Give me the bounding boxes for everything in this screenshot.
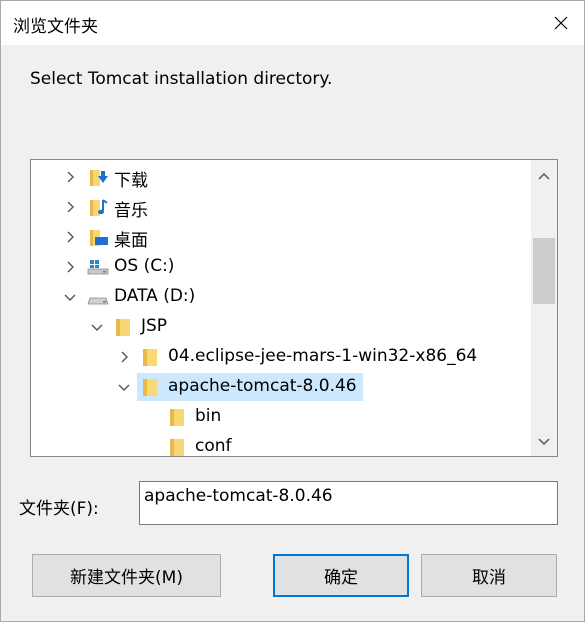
chevron-right-icon[interactable] — [63, 200, 77, 214]
tree-item-label: apache-tomcat-8.0.46 — [168, 376, 357, 396]
scroll-down-button[interactable] — [531, 430, 557, 454]
chevron-down-icon[interactable] — [90, 320, 104, 334]
drive-icon — [87, 288, 109, 306]
folder-icon — [142, 378, 162, 396]
folder-icon — [142, 348, 162, 366]
chevron-down-icon[interactable] — [117, 380, 131, 394]
windows-drive-icon — [87, 258, 109, 276]
close-icon — [554, 16, 568, 30]
browse-folder-dialog: 浏览文件夹 Select Tomcat installation directo… — [0, 0, 585, 622]
scrollbar-thumb[interactable] — [533, 238, 555, 304]
chevron-right-icon[interactable] — [63, 230, 77, 244]
window-title: 浏览文件夹 — [13, 17, 98, 37]
new-folder-button[interactable]: 新建文件夹(M) — [32, 554, 221, 597]
folder-field-label: 文件夹(F): — [19, 499, 99, 519]
folder-icon — [169, 438, 189, 456]
tree-item-label: 04.eclipse-jee-mars-1-win32-x86_64 — [168, 346, 478, 366]
tree-item-label: JSP — [141, 316, 168, 336]
tree-item-conf[interactable]: conf — [31, 432, 531, 456]
chevron-right-icon[interactable] — [63, 170, 77, 184]
tree-item-downloads[interactable]: 下载 — [31, 162, 531, 192]
tree-item-label: bin — [195, 406, 222, 426]
downloads-folder-icon — [89, 168, 109, 186]
tree-scrollbar[interactable] — [531, 160, 557, 456]
chevron-right-icon[interactable] — [63, 260, 77, 274]
tree-item-eclipse[interactable]: 04.eclipse-jee-mars-1-win32-x86_64 — [31, 342, 531, 372]
chevron-down-icon — [538, 438, 550, 446]
tree-item-os-c[interactable]: OS (C:) — [31, 252, 531, 282]
tree-item-label: 下载 — [114, 171, 148, 191]
desktop-folder-icon — [89, 228, 109, 246]
tree-item-apache-tomcat[interactable]: apache-tomcat-8.0.46 — [31, 372, 531, 402]
chevron-down-icon[interactable] — [63, 290, 77, 304]
folder-icon — [115, 318, 135, 336]
folder-input[interactable]: apache-tomcat-8.0.46 — [139, 481, 558, 525]
tree-item-label: 桌面 — [114, 231, 148, 251]
folder-tree[interactable]: 下载 音乐 桌面 OS (C:) DATA (D:) JSP 04.eclips… — [30, 159, 558, 457]
close-button[interactable] — [538, 1, 584, 45]
tree-item-desktop[interactable]: 桌面 — [31, 222, 531, 252]
title-bar: 浏览文件夹 — [1, 1, 584, 45]
tree-item-bin[interactable]: bin — [31, 402, 531, 432]
tree-item-label: conf — [195, 436, 232, 456]
tree-item-data-d[interactable]: DATA (D:) — [31, 282, 531, 312]
chevron-up-icon — [538, 172, 550, 180]
tree-item-label: DATA (D:) — [114, 286, 196, 306]
ok-button[interactable]: 确定 — [273, 554, 409, 597]
tree-item-label: OS (C:) — [114, 256, 175, 276]
scroll-up-button[interactable] — [531, 164, 557, 188]
tree-item-label: 音乐 — [114, 201, 148, 221]
chevron-right-icon[interactable] — [117, 350, 131, 364]
tree-item-jsp[interactable]: JSP — [31, 312, 531, 342]
folder-input-value: apache-tomcat-8.0.46 — [144, 486, 333, 506]
cancel-button[interactable]: 取消 — [421, 554, 557, 597]
tree-item-music[interactable]: 音乐 — [31, 192, 531, 222]
folder-icon — [169, 408, 189, 426]
music-folder-icon — [89, 198, 109, 216]
prompt-text: Select Tomcat installation directory. — [30, 69, 333, 89]
